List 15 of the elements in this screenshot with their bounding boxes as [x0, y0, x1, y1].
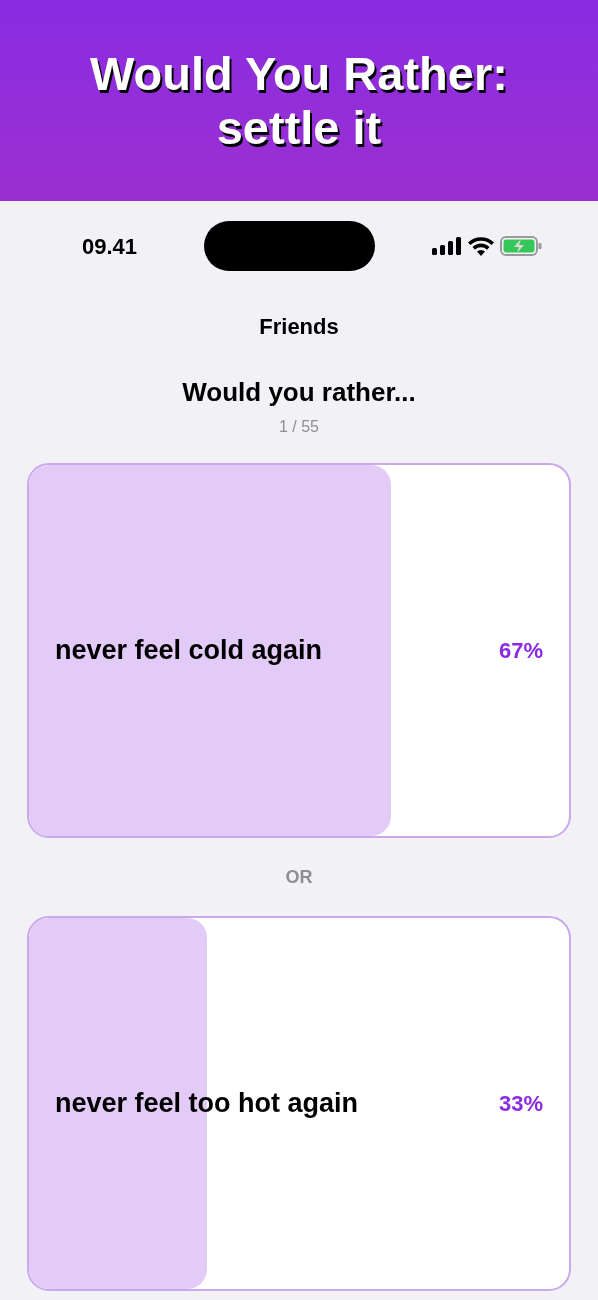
- option-card[interactable]: never feel cold again 67%: [27, 463, 571, 838]
- nav-title: Friends: [259, 312, 339, 341]
- option-text: never feel too hot again: [55, 1087, 359, 1121]
- option-card[interactable]: never feel too hot again 33%: [27, 916, 571, 1291]
- question-counter: 1 / 55: [279, 417, 319, 437]
- signal-icon: [432, 237, 462, 255]
- status-time: 09.41: [82, 232, 139, 261]
- option-text: never feel cold again: [55, 634, 323, 668]
- question-prompt: Would you rather...: [182, 376, 416, 409]
- option-percent: 33%: [498, 1090, 543, 1118]
- wifi-icon: [468, 236, 494, 256]
- banner-title: Would You Rather: settle it: [89, 46, 509, 155]
- option-percent: 67%: [498, 637, 543, 665]
- battery-icon: [500, 236, 542, 256]
- or-separator: OR: [285, 865, 313, 889]
